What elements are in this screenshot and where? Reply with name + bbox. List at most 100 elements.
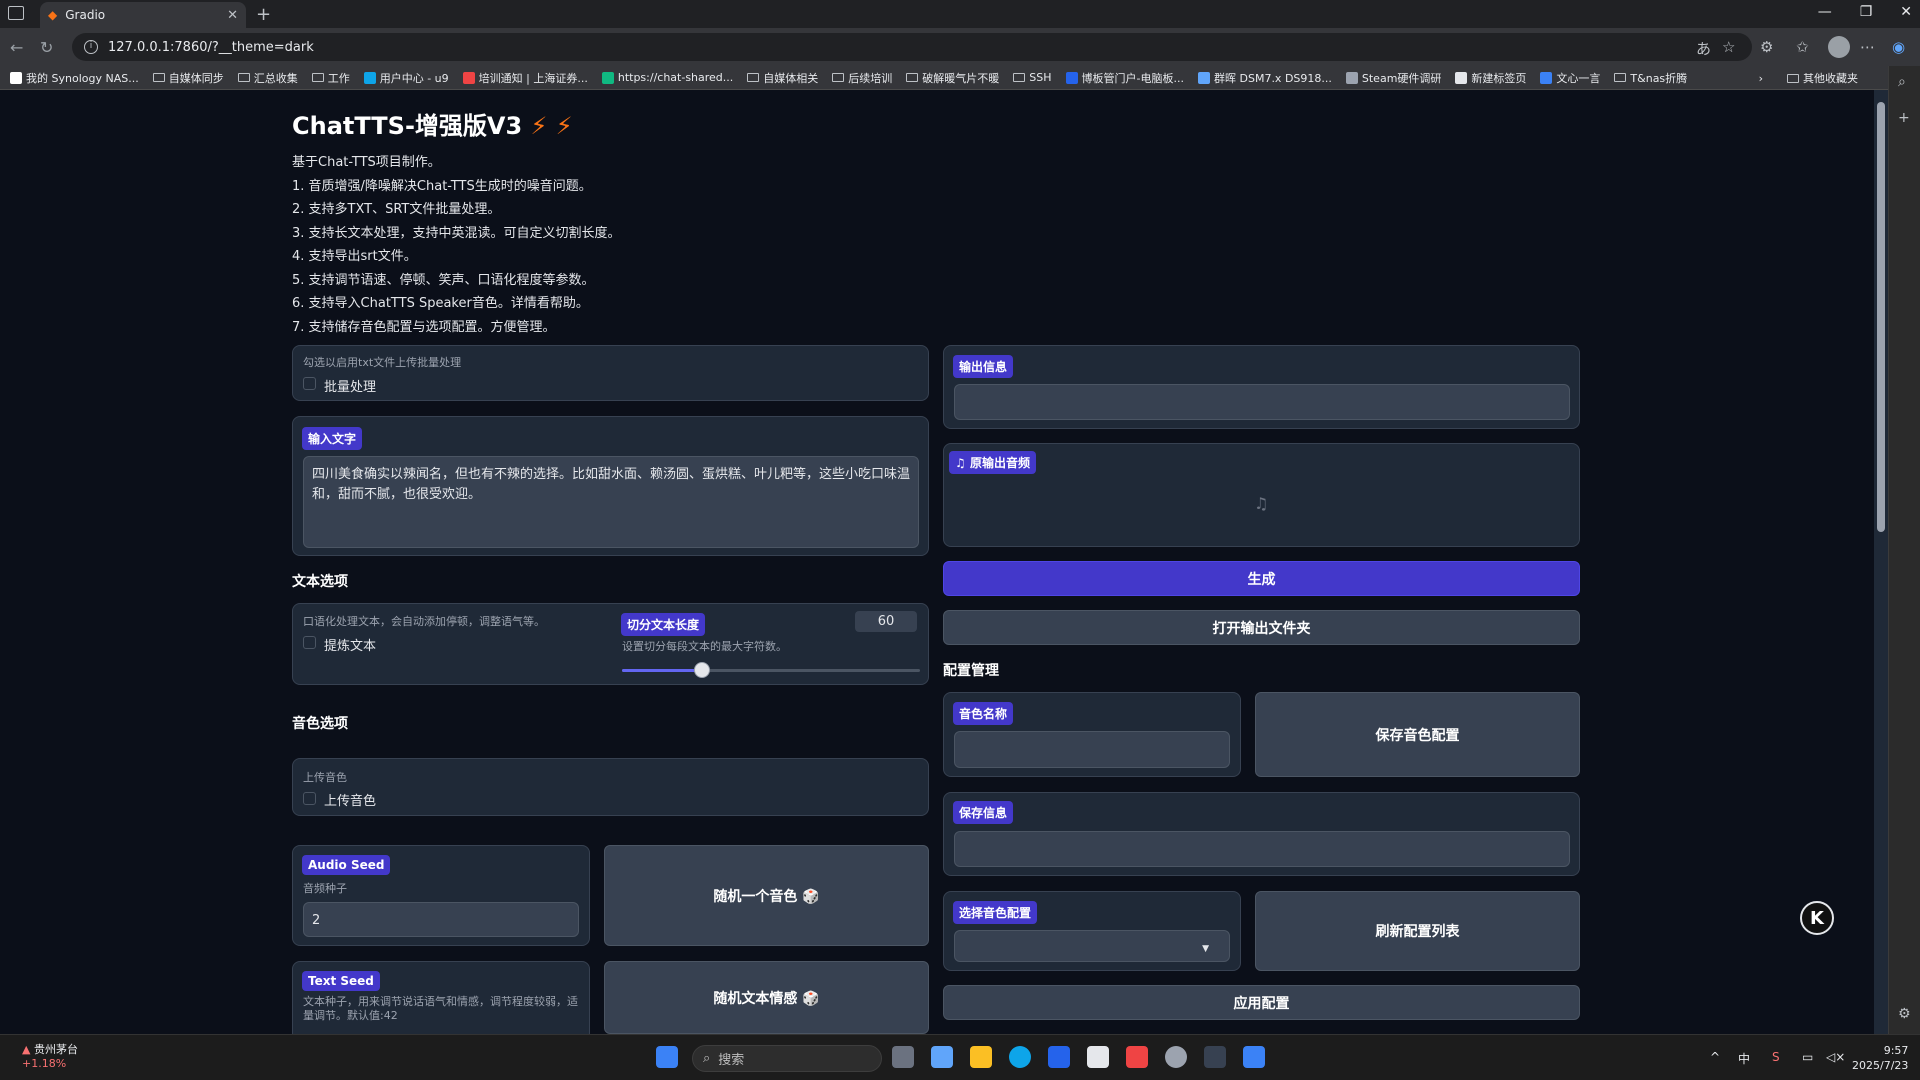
profile-avatar[interactable] <box>1828 36 1850 58</box>
volume-muted-icon[interactable]: ◁× <box>1826 1050 1845 1064</box>
upload-voice-checkbox[interactable] <box>303 792 316 805</box>
bookmark-label: 培训通知 | 上海证券... <box>478 71 588 85</box>
page-scrollbar[interactable] <box>1874 90 1888 1034</box>
sidebar-add-icon[interactable]: + <box>1898 110 1910 126</box>
save-info-textarea[interactable] <box>954 831 1570 867</box>
settings-icon[interactable] <box>1165 1046 1187 1068</box>
tray-chevron-icon[interactable]: ^ <box>1710 1050 1720 1064</box>
bookmark-item[interactable]: 新建标签页 <box>1455 70 1526 86</box>
batch-checkbox[interactable] <box>303 377 316 390</box>
tab-title: Gradio <box>65 8 106 22</box>
upload-voice-label: 上传音色 <box>324 794 377 809</box>
batch-label: 批量处理 <box>324 380 377 395</box>
edge-icon[interactable] <box>1009 1046 1031 1068</box>
copilot-icon[interactable]: ◉ <box>1892 38 1905 56</box>
terminal-icon[interactable] <box>1204 1046 1226 1068</box>
clock-time: 9:57 <box>1883 1044 1909 1057</box>
close-tab-icon[interactable]: ✕ <box>227 8 238 23</box>
bookmarks-overflow-icon[interactable]: › <box>1759 72 1763 85</box>
description-line: 4. 支持导出srt文件。 <box>292 249 417 264</box>
onedrive-icon[interactable] <box>931 1046 953 1068</box>
split-length-slider[interactable] <box>622 662 920 678</box>
scrollbar-thumb[interactable] <box>1877 102 1885 532</box>
output-info-textarea[interactable] <box>954 384 1570 420</box>
url-text: 127.0.0.1:7860/?__theme=dark <box>108 39 314 55</box>
file-explorer-icon[interactable] <box>970 1046 992 1068</box>
sidebar-search-icon[interactable]: ⌕ <box>1898 74 1906 90</box>
taskbar-search[interactable]: ⌕ 搜索 <box>692 1045 882 1072</box>
address-bar[interactable]: i 127.0.0.1:7860/?__theme=dark <box>72 33 1752 61</box>
more-menu-icon[interactable]: ⋯ <box>1860 38 1875 56</box>
bookmark-item[interactable]: 后续培训 <box>832 70 892 86</box>
bookmark-item[interactable]: 工作 <box>311 70 350 86</box>
bookmark-label: 破解暖气片不暖 <box>922 71 1000 85</box>
back-icon[interactable]: ← <box>10 38 23 57</box>
stock-widget[interactable]: ▲ 贵州茅台 +1.18% <box>22 1043 78 1071</box>
bookmark-item[interactable]: 文心一言 <box>1540 70 1600 86</box>
bookmark-item[interactable]: 群晖 DSM7.x DS918... <box>1198 70 1332 86</box>
description-line: 7. 支持储存音色配置与选项配置。方便管理。 <box>292 319 556 335</box>
bookmark-item[interactable]: https://chat-shared... <box>601 71 733 84</box>
voice-name-input[interactable] <box>954 731 1230 768</box>
bookmark-item[interactable]: SSH <box>1013 71 1052 84</box>
bookmark-item[interactable]: T&nas折腾 <box>1614 70 1687 86</box>
minimize-icon[interactable]: — <box>1818 4 1832 20</box>
generate-button[interactable]: 生成 <box>943 561 1580 596</box>
random-text-emotion-button[interactable]: 随机文本情感 🎲 <box>604 961 929 1034</box>
favorites-icon[interactable]: ✩ <box>1796 38 1809 56</box>
save-voice-config-button[interactable]: 保存音色配置 <box>1255 692 1580 777</box>
sidebar-settings-icon[interactable]: ⚙ <box>1898 1006 1911 1022</box>
bookmark-item[interactable]: 破解暖气片不暖 <box>906 70 999 86</box>
audio-seed-input[interactable]: 2 <box>303 902 579 937</box>
close-window-icon[interactable]: ✕ <box>1900 4 1912 20</box>
music-note-icon: ♫ <box>955 456 970 470</box>
bookmark-item[interactable]: 汇总收集 <box>237 70 298 86</box>
store-icon[interactable] <box>1048 1046 1070 1068</box>
input-textarea[interactable]: 四川美食确实以辣闻名，但也有不辣的选择。比如甜水面、赖汤圆、蛋烘糕、叶儿粑等，这… <box>303 456 919 548</box>
bookmark-other[interactable]: 其他收藏夹 <box>1803 70 1858 86</box>
bookmark-item[interactable]: 我的 Synology NAS... <box>10 70 139 86</box>
favorite-star-icon[interactable]: ☆ <box>1722 38 1735 56</box>
floating-k-icon[interactable]: K <box>1800 901 1834 935</box>
site-info-icon[interactable]: i <box>84 40 98 54</box>
new-tab-icon[interactable]: + <box>256 4 271 25</box>
split-length-input[interactable]: 60 <box>855 611 917 632</box>
translate-icon[interactable]: あ <box>1696 38 1711 59</box>
app-icon[interactable] <box>1087 1046 1109 1068</box>
page-title: ChatTTS-增强版V3 ⚡ ⚡ <box>292 112 573 140</box>
ime-icon[interactable]: 中 <box>1738 1050 1750 1067</box>
description-line: 5. 支持调节语速、停顿、笑声、口语化程度等参数。 <box>292 272 595 288</box>
description-line: 3. 支持长文本处理，支持中英混读。可自定义切割长度。 <box>292 225 621 241</box>
app-store-icon[interactable] <box>1243 1046 1265 1068</box>
apply-config-button[interactable]: 应用配置 <box>943 985 1580 1020</box>
refine-checkbox[interactable] <box>303 636 316 649</box>
extensions-icon[interactable]: ⚙ <box>1760 38 1773 56</box>
open-output-folder-button[interactable]: 打开输出文件夹 <box>943 610 1580 645</box>
refresh-config-list-button[interactable]: 刷新配置列表 <box>1255 891 1580 971</box>
reload-icon[interactable]: ↻ <box>40 38 53 57</box>
select-config-dropdown[interactable]: ▼ <box>954 930 1230 962</box>
bookmark-item[interactable]: 培训通知 | 上海证券... <box>462 70 588 86</box>
tray-app-icon[interactable]: S <box>1772 1050 1780 1064</box>
folder-icon <box>311 73 324 82</box>
taskbar-clock[interactable]: 9:57 2025/7/23 <box>1852 1043 1908 1073</box>
bookmark-item[interactable]: 用户中心 - u9 <box>363 70 449 86</box>
bookmark-label: 我的 Synology NAS... <box>26 71 139 85</box>
bookmark-item[interactable]: 自媒体相关 <box>747 70 818 86</box>
tab-actions-icon[interactable] <box>8 6 24 20</box>
restore-icon[interactable]: ❐ <box>1860 4 1873 20</box>
network-icon[interactable]: ▭ <box>1802 1050 1813 1064</box>
description-line: 1. 音质增强/降噪解决Chat-TTS生成时的噪音问题。 <box>292 178 592 194</box>
bookmark-label: SSH <box>1029 71 1052 84</box>
browser-tab[interactable]: ◆ Gradio ✕ <box>40 2 246 28</box>
clock-date: 2025/7/23 <box>1852 1059 1909 1072</box>
random-voice-button[interactable]: 随机一个音色 🎲 <box>604 845 929 946</box>
bookmark-item[interactable]: 自媒体同步 <box>152 70 224 86</box>
save-info-label: 保存信息 <box>953 801 1014 824</box>
description-line: 基于Chat-TTS项目制作。 <box>292 155 441 170</box>
bookmark-item[interactable]: 博板管门户-电脑板... <box>1065 70 1184 86</box>
start-icon[interactable] <box>656 1046 678 1068</box>
wps-icon[interactable] <box>1126 1046 1148 1068</box>
task-view-icon[interactable] <box>892 1046 914 1068</box>
bookmark-item[interactable]: Steam硬件调研 <box>1345 70 1441 86</box>
